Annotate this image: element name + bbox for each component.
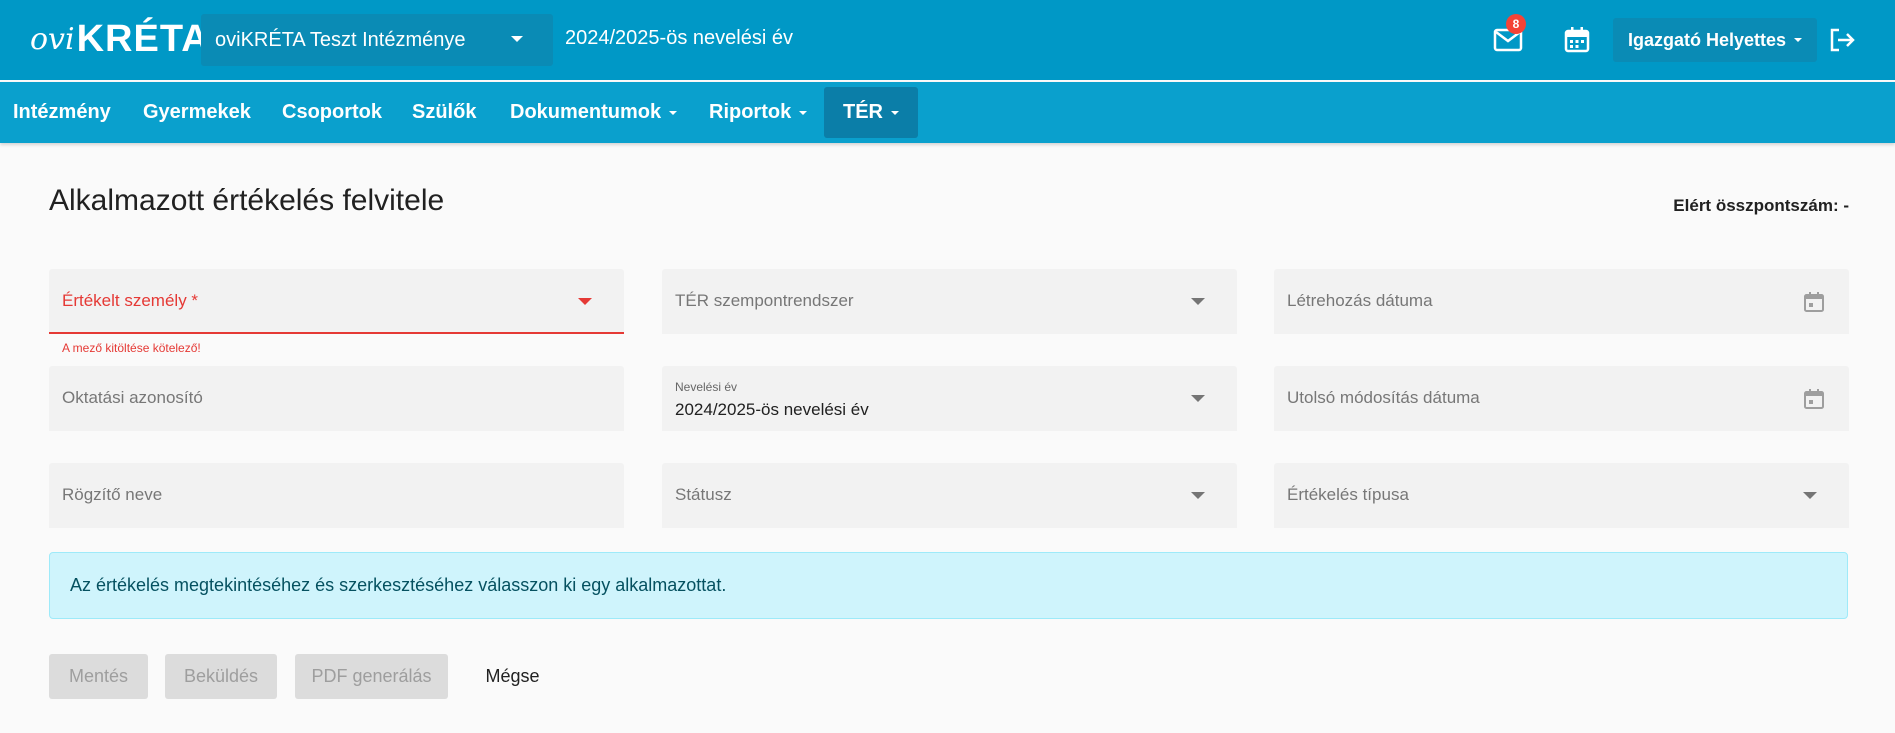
chevron-down-icon [578, 298, 592, 305]
status-select[interactable]: Státusz [662, 463, 1237, 528]
logo-prefix: ovi [30, 22, 75, 57]
save-button[interactable]: Mentés [49, 654, 148, 699]
school-year-select[interactable]: Nevelési év 2024/2025-ös nevelési év [662, 366, 1237, 431]
school-year-label: 2024/2025-ös nevelési év [565, 27, 793, 49]
evaluation-type-select[interactable]: Értékelés típusa [1274, 463, 1849, 528]
nav-label: Csoportok [282, 101, 382, 123]
modified-date-field[interactable]: Utolsó módosítás dátuma [1274, 366, 1849, 431]
field-label: Nevelési év [675, 380, 738, 394]
notification-badge: 8 [1506, 14, 1526, 34]
calendar-icon[interactable] [1803, 291, 1825, 313]
chevron-down-icon [1803, 492, 1817, 499]
ovikreta-logo[interactable]: ovi KRÉTA [30, 12, 209, 67]
page-title: Alkalmazott értékelés felvitele [49, 184, 445, 217]
top-bar: ovi KRÉTA oviKRÉTA Teszt Intézménye 2024… [0, 0, 1895, 80]
recorder-name-field[interactable]: Rögzítő neve [49, 463, 624, 528]
chevron-down-icon [1191, 298, 1205, 305]
user-name: Igazgató Helyettes [1627, 29, 1787, 50]
chevron-down-icon [1191, 395, 1205, 402]
institution-name: oviKRÉTA Teszt Intézménye [215, 28, 466, 51]
calendar-icon [1564, 27, 1590, 53]
main-nav: Intézmény Gyermekek Csoportok Szülők Dok… [0, 82, 1895, 143]
generate-pdf-button[interactable]: PDF generálás [295, 654, 448, 699]
nav-item-gyermekek[interactable]: Gyermekek [131, 87, 263, 138]
logout-icon [1830, 28, 1855, 52]
nav-label: TÉR [843, 101, 883, 123]
total-score-label: Elért összpontszám: - [1673, 196, 1849, 215]
caret-down-icon [1794, 38, 1803, 42]
field-label: Értékelés típusa [1287, 485, 1409, 504]
nav-label: Riportok [709, 101, 792, 123]
nav-label: Szülők [412, 101, 477, 123]
caret-down-icon [891, 110, 899, 115]
field-label: Utolsó módosítás dátuma [1287, 388, 1480, 407]
nav-label: Intézmény [13, 101, 111, 123]
chevron-down-icon [511, 36, 523, 42]
nav-item-csoportok[interactable]: Csoportok [270, 87, 394, 138]
nav-item-szulok[interactable]: Szülők [400, 87, 488, 138]
logo-main: KRÉTA [76, 18, 210, 60]
nav-label: Gyermekek [143, 101, 251, 123]
user-menu-button[interactable]: Igazgató Helyettes [1613, 18, 1817, 62]
nav-item-intezmeny[interactable]: Intézmény [1, 87, 123, 138]
messages-button[interactable]: 8 [1488, 14, 1528, 60]
field-label: Oktatási azonosító [62, 388, 203, 407]
institution-select[interactable]: oviKRÉTA Teszt Intézménye [201, 14, 553, 66]
created-date-field[interactable]: Létrehozás dátuma [1274, 269, 1849, 334]
nav-item-ter[interactable]: TÉR [824, 87, 918, 138]
evaluated-person-select[interactable]: Értékelt személy * [49, 269, 624, 334]
field-label: TÉR szempontrendszer [675, 291, 854, 310]
field-label: Rögzítő neve [62, 485, 163, 504]
cancel-button[interactable]: Mégse [465, 654, 560, 699]
field-label: Státusz [675, 485, 732, 504]
validation-error: A mező kitöltése kötelező! [62, 341, 201, 355]
submit-button[interactable]: Beküldés [165, 654, 277, 699]
chevron-down-icon [1191, 492, 1205, 499]
field-label: Létrehozás dátuma [1287, 291, 1433, 310]
caret-down-icon [669, 110, 678, 115]
logout-button[interactable] [1822, 20, 1862, 60]
caret-down-icon [799, 110, 808, 115]
education-id-field[interactable]: Oktatási azonosító [49, 366, 624, 431]
info-text: Az értékelés megtekintéséhez és szerkesz… [70, 575, 727, 595]
ter-system-select[interactable]: TÉR szempontrendszer [662, 269, 1237, 334]
calendar-button[interactable] [1557, 20, 1597, 60]
nav-item-riportok[interactable]: Riportok [697, 87, 819, 138]
field-value: 2024/2025-ös nevelési év [675, 400, 869, 419]
nav-label: Dokumentumok [510, 101, 662, 123]
field-label: Értékelt személy * [62, 291, 199, 310]
calendar-icon[interactable] [1803, 388, 1825, 410]
info-alert: Az értékelés megtekintéséhez és szerkesz… [49, 552, 1848, 619]
nav-item-dokumentumok[interactable]: Dokumentumok [498, 87, 689, 138]
